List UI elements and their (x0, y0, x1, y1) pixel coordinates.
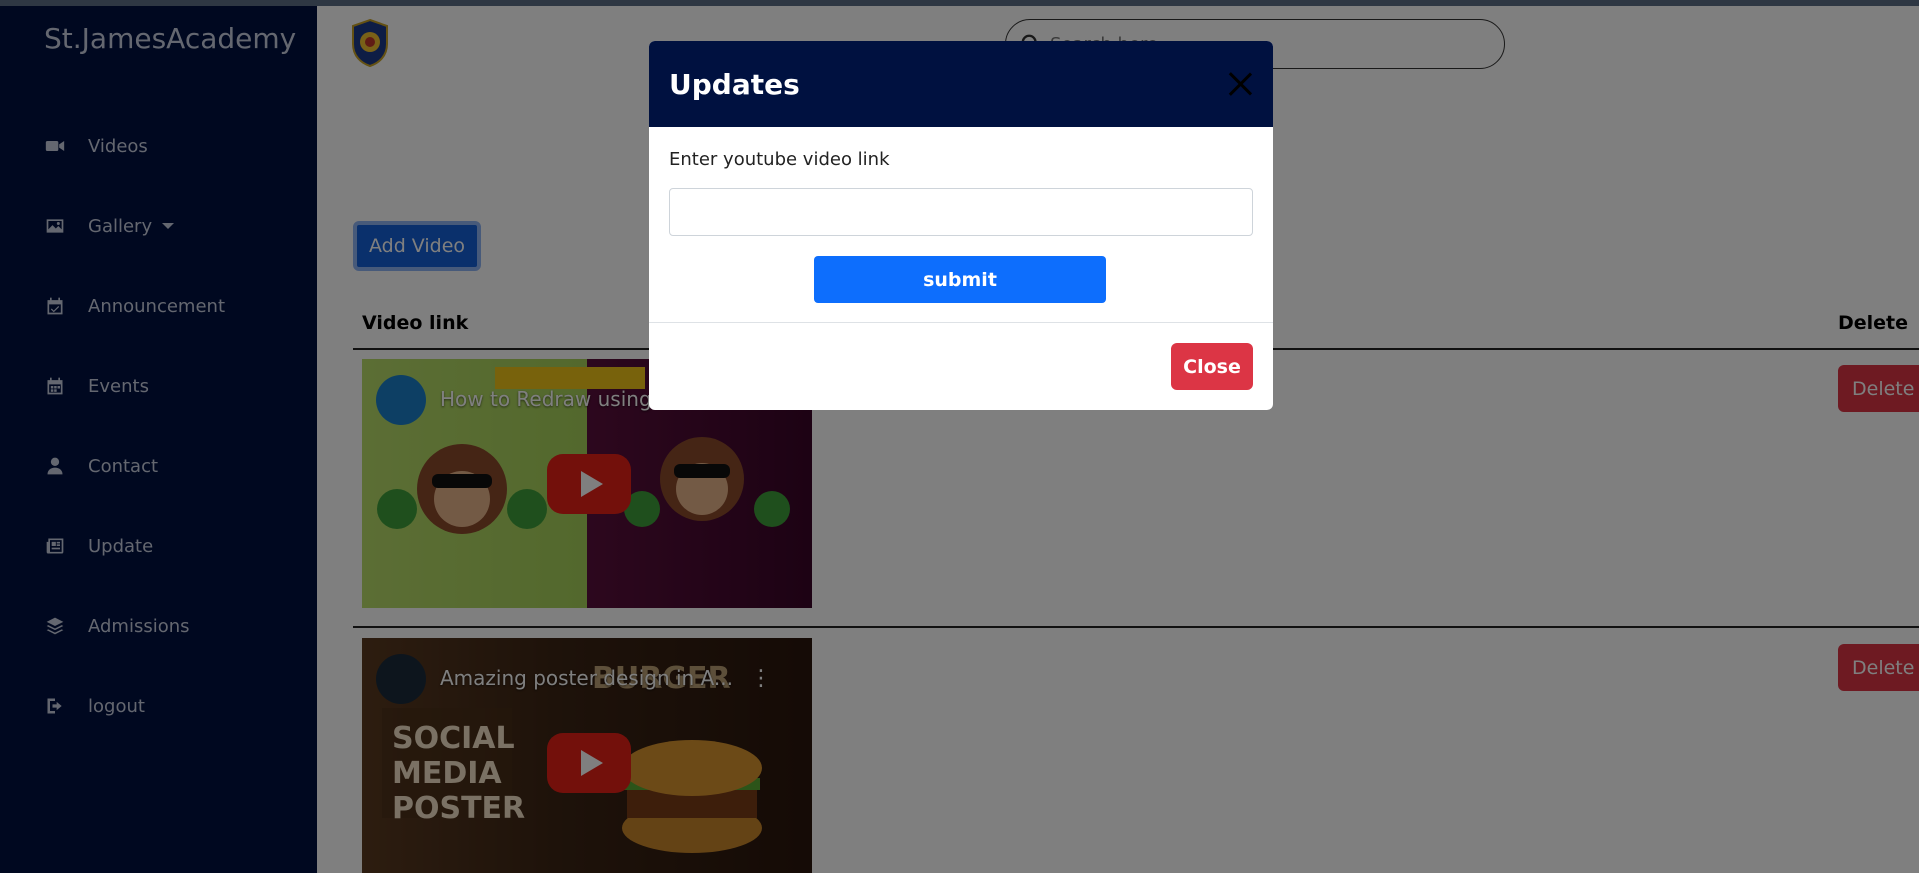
modal-footer: Close (649, 323, 1273, 410)
close-icon[interactable] (1227, 71, 1253, 97)
modal-title: Updates (669, 67, 800, 101)
submit-button[interactable]: submit (814, 256, 1106, 303)
updates-modal: Updates Enter youtube video link submit … (649, 41, 1273, 410)
modal-body: Enter youtube video link submit (649, 127, 1273, 323)
youtube-link-input[interactable] (669, 188, 1253, 236)
youtube-link-label: Enter youtube video link (669, 149, 890, 170)
close-button[interactable]: Close (1171, 343, 1253, 390)
modal-header: Updates (649, 41, 1273, 127)
